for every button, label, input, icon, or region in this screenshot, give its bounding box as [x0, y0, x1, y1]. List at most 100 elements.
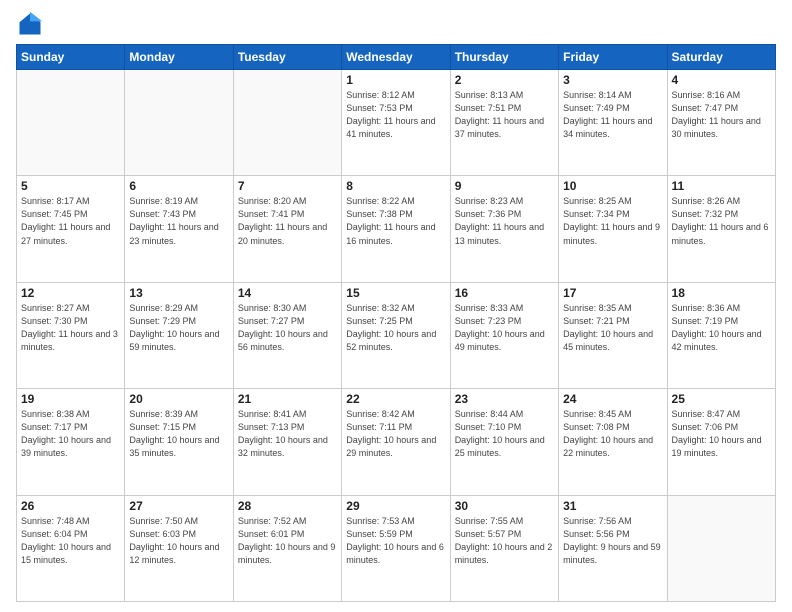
day-info: Sunrise: 8:45 AMSunset: 7:08 PMDaylight:… [563, 408, 662, 460]
calendar-cell: 12 Sunrise: 8:27 AMSunset: 7:30 PMDayligh… [17, 282, 125, 388]
day-info: Sunrise: 8:35 AMSunset: 7:21 PMDaylight:… [563, 302, 662, 354]
day-info: Sunrise: 8:26 AMSunset: 7:32 PMDaylight:… [672, 195, 771, 247]
weekday-header-row: SundayMondayTuesdayWednesdayThursdayFrid… [17, 45, 776, 70]
calendar-cell: 28Sunrise: 7:52 AMSunset: 6:01 PMDayligh… [233, 495, 341, 601]
day-info: Sunrise: 8:41 AMSunset: 7:13 PMDaylight:… [238, 408, 337, 460]
logo [16, 10, 46, 38]
calendar-cell: 30 Sunrise: 7:55 AMSunset: 5:57 PMDayligh… [450, 495, 558, 601]
calendar-cell: 23Sunrise: 8:44 AMSunset: 7:10 PMDayligh… [450, 389, 558, 495]
week-row-2: 12 Sunrise: 8:27 AMSunset: 7:30 PMDayligh… [17, 282, 776, 388]
day-number: 24 [563, 392, 662, 406]
day-number: 14 [238, 286, 337, 300]
weekday-header-friday: Friday [559, 45, 667, 70]
calendar-cell: 6Sunrise: 8:19 AMSunset: 7:43 PMDaylight… [125, 176, 233, 282]
calendar-cell: 17 Sunrise: 8:35 AMSunset: 7:21 PMDayligh… [559, 282, 667, 388]
weekday-header-thursday: Thursday [450, 45, 558, 70]
calendar-cell: 4 Sunrise: 8:16 AMSunset: 7:47 PMDaylight… [667, 70, 775, 176]
day-number: 21 [238, 392, 337, 406]
week-row-4: 26 Sunrise: 7:48 AMSunset: 6:04 PMDayligh… [17, 495, 776, 601]
day-info: Sunrise: 7:50 AMSunset: 6:03 PMDaylight:… [129, 515, 228, 567]
header [16, 10, 776, 38]
calendar-cell: 27Sunrise: 7:50 AMSunset: 6:03 PMDayligh… [125, 495, 233, 601]
day-number: 8 [346, 179, 445, 193]
day-number: 7 [238, 179, 337, 193]
day-info: Sunrise: 8:33 AMSunset: 7:23 PMDaylight:… [455, 302, 554, 354]
day-info: Sunrise: 8:25 AMSunset: 7:34 PMDaylight:… [563, 195, 662, 247]
calendar-cell [17, 70, 125, 176]
day-info: Sunrise: 8:39 AMSunset: 7:15 PMDaylight:… [129, 408, 228, 460]
calendar-cell: 13Sunrise: 8:29 AMSunset: 7:29 PMDayligh… [125, 282, 233, 388]
day-number: 30 [455, 499, 554, 513]
calendar-cell: 20 Sunrise: 8:39 AMSunset: 7:15 PMDayligh… [125, 389, 233, 495]
calendar-cell: 7 Sunrise: 8:20 AMSunset: 7:41 PMDaylight… [233, 176, 341, 282]
day-info: Sunrise: 7:53 AMSunset: 5:59 PMDaylight:… [346, 515, 445, 567]
day-info: Sunrise: 7:56 AMSunset: 5:56 PMDaylight:… [563, 515, 662, 567]
calendar-cell: 15 Sunrise: 8:32 AMSunset: 7:25 PMDayligh… [342, 282, 450, 388]
day-info: Sunrise: 8:32 AMSunset: 7:25 PMDaylight:… [346, 302, 445, 354]
day-info: Sunrise: 8:27 AMSunset: 7:30 PMDaylight:… [21, 302, 120, 354]
calendar-cell: 31 Sunrise: 7:56 AMSunset: 5:56 PMDayligh… [559, 495, 667, 601]
day-number: 16 [455, 286, 554, 300]
calendar-table: SundayMondayTuesdayWednesdayThursdayFrid… [16, 44, 776, 602]
day-info: Sunrise: 8:44 AMSunset: 7:10 PMDaylight:… [455, 408, 554, 460]
calendar-cell: 10 Sunrise: 8:25 AMSunset: 7:34 PMDayligh… [559, 176, 667, 282]
day-info: Sunrise: 8:13 AMSunset: 7:51 PMDaylight:… [455, 89, 554, 141]
calendar-cell [233, 70, 341, 176]
calendar-cell: 29 Sunrise: 7:53 AMSunset: 5:59 PMDayligh… [342, 495, 450, 601]
day-info: Sunrise: 8:23 AMSunset: 7:36 PMDaylight:… [455, 195, 554, 247]
day-number: 17 [563, 286, 662, 300]
calendar-cell: 25 Sunrise: 8:47 AMSunset: 7:06 PMDayligh… [667, 389, 775, 495]
calendar-cell: 1 Sunrise: 8:12 AMSunset: 7:53 PMDaylight… [342, 70, 450, 176]
calendar-cell: 26 Sunrise: 7:48 AMSunset: 6:04 PMDayligh… [17, 495, 125, 601]
calendar-cell: 8 Sunrise: 8:22 AMSunset: 7:38 PMDaylight… [342, 176, 450, 282]
weekday-header-tuesday: Tuesday [233, 45, 341, 70]
day-info: Sunrise: 8:30 AMSunset: 7:27 PMDaylight:… [238, 302, 337, 354]
day-info: Sunrise: 7:52 AMSunset: 6:01 PMDaylight:… [238, 515, 337, 567]
logo-icon [16, 10, 44, 38]
weekday-header-wednesday: Wednesday [342, 45, 450, 70]
calendar-cell: 19 Sunrise: 8:38 AMSunset: 7:17 PMDayligh… [17, 389, 125, 495]
weekday-header-saturday: Saturday [667, 45, 775, 70]
week-row-0: 1 Sunrise: 8:12 AMSunset: 7:53 PMDaylight… [17, 70, 776, 176]
day-info: Sunrise: 8:12 AMSunset: 7:53 PMDaylight:… [346, 89, 445, 141]
day-info: Sunrise: 8:47 AMSunset: 7:06 PMDaylight:… [672, 408, 771, 460]
calendar-cell: 16 Sunrise: 8:33 AMSunset: 7:23 PMDayligh… [450, 282, 558, 388]
day-info: Sunrise: 7:55 AMSunset: 5:57 PMDaylight:… [455, 515, 554, 567]
day-info: Sunrise: 8:16 AMSunset: 7:47 PMDaylight:… [672, 89, 771, 141]
calendar-cell: 14 Sunrise: 8:30 AMSunset: 7:27 PMDayligh… [233, 282, 341, 388]
day-info: Sunrise: 8:17 AMSunset: 7:45 PMDaylight:… [21, 195, 120, 247]
day-number: 15 [346, 286, 445, 300]
day-number: 26 [21, 499, 120, 513]
weekday-header-sunday: Sunday [17, 45, 125, 70]
day-info: Sunrise: 8:19 AMSunset: 7:43 PMDaylight:… [129, 195, 228, 247]
day-number: 4 [672, 73, 771, 87]
day-number: 10 [563, 179, 662, 193]
day-number: 20 [129, 392, 228, 406]
day-number: 9 [455, 179, 554, 193]
day-number: 31 [563, 499, 662, 513]
week-row-1: 5Sunrise: 8:17 AMSunset: 7:45 PMDaylight… [17, 176, 776, 282]
calendar-cell [667, 495, 775, 601]
day-number: 19 [21, 392, 120, 406]
calendar-cell: 9 Sunrise: 8:23 AMSunset: 7:36 PMDaylight… [450, 176, 558, 282]
day-number: 1 [346, 73, 445, 87]
calendar-cell: 18Sunrise: 8:36 AMSunset: 7:19 PMDayligh… [667, 282, 775, 388]
calendar-cell: 11Sunrise: 8:26 AMSunset: 7:32 PMDayligh… [667, 176, 775, 282]
day-number: 22 [346, 392, 445, 406]
day-number: 18 [672, 286, 771, 300]
calendar-cell [125, 70, 233, 176]
day-info: Sunrise: 7:48 AMSunset: 6:04 PMDaylight:… [21, 515, 120, 567]
day-info: Sunrise: 8:38 AMSunset: 7:17 PMDaylight:… [21, 408, 120, 460]
week-row-3: 19 Sunrise: 8:38 AMSunset: 7:17 PMDayligh… [17, 389, 776, 495]
day-info: Sunrise: 8:20 AMSunset: 7:41 PMDaylight:… [238, 195, 337, 247]
day-info: Sunrise: 8:42 AMSunset: 7:11 PMDaylight:… [346, 408, 445, 460]
day-number: 29 [346, 499, 445, 513]
day-info: Sunrise: 8:22 AMSunset: 7:38 PMDaylight:… [346, 195, 445, 247]
day-info: Sunrise: 8:14 AMSunset: 7:49 PMDaylight:… [563, 89, 662, 141]
calendar-cell: 3Sunrise: 8:14 AMSunset: 7:49 PMDaylight… [559, 70, 667, 176]
day-number: 2 [455, 73, 554, 87]
calendar-cell: 2 Sunrise: 8:13 AMSunset: 7:51 PMDaylight… [450, 70, 558, 176]
day-number: 12 [21, 286, 120, 300]
day-number: 25 [672, 392, 771, 406]
day-number: 13 [129, 286, 228, 300]
